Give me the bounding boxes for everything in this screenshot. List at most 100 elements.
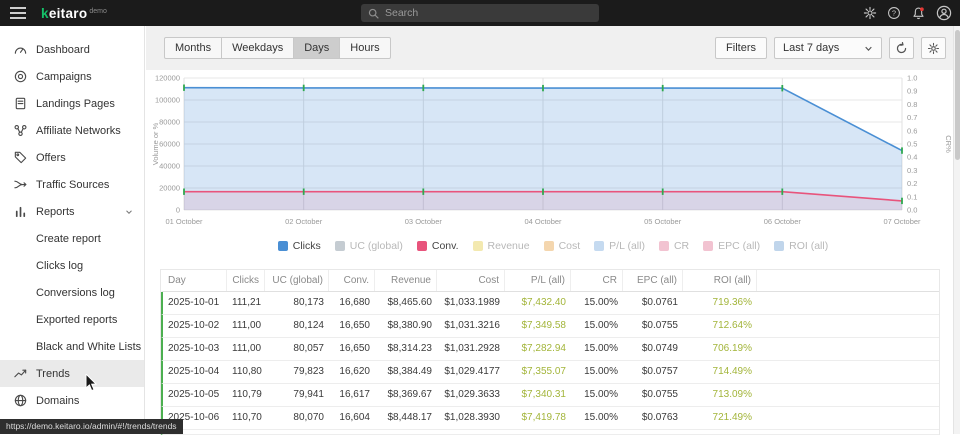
table-filler [757,270,939,291]
table-cell: $8,314.23 [375,338,437,360]
landings-pages-icon [13,96,28,111]
legend-item-roi-all[interactable]: ROI (all) [774,240,828,252]
table-cell: 16,617 [329,384,375,406]
table-row[interactable]: 2025-10-04110,8079,82316,620$8,384.49$1,… [161,361,939,384]
search-bar[interactable] [361,4,599,22]
table-row[interactable]: 2025-10-02111,0080,12416,650$8,380.90$1,… [161,315,939,338]
column-header: EPC (all) [623,270,683,291]
sidebar-item-domains[interactable]: Domains [0,387,144,414]
legend-label: ROI (all) [789,240,828,252]
sidebar-item-exported-reports[interactable]: Exported reports [0,306,144,333]
table-cell: 2025-10-01 [163,292,227,314]
help-icon[interactable]: ? [887,6,901,20]
chart-settings-button[interactable] [921,37,946,59]
sidebar-item-label: Traffic Sources [36,179,109,191]
table-filler [757,430,939,434]
sidebar-item-reports[interactable]: Reports [0,198,144,225]
legend-item-clicks[interactable]: Clicks [278,240,321,252]
table-cell: $8,448.17 [375,407,437,429]
legend-item-epc-all[interactable]: EPC (all) [703,240,760,252]
trends-icon [13,366,28,381]
sidebar-item-campaigns[interactable]: Campaigns [0,63,144,90]
table-row[interactable]: 2025-10-06110,7080,07016,604$8,448.17$1,… [161,407,939,430]
table-cell: 16,650 [329,338,375,360]
table-cell: 110,80 [227,361,265,383]
svg-text:0.9: 0.9 [907,87,917,96]
svg-text:60000: 60000 [159,140,180,149]
search-input[interactable] [385,7,585,19]
sidebar-item-create-report[interactable]: Create report [0,225,144,252]
sidebar-item-affiliate-networks[interactable]: Affiliate Networks [0,117,144,144]
table-cell: 721.49% [683,407,757,429]
legend-item-cr[interactable]: CR [659,240,689,252]
tab-days[interactable]: Days [294,37,340,59]
column-header: Cost [437,270,505,291]
legend-label: P/L (all) [609,240,645,252]
table-cell: 719.36% [683,292,757,314]
table-cell: 15.00% [571,338,623,360]
table-cell: 2025-10-04 [163,361,227,383]
affiliate-networks-icon [13,123,28,138]
table-row-partial[interactable]: 2025-10-07 [161,430,939,435]
sidebar-item-clicks-log[interactable]: Clicks log [0,252,144,279]
sidebar-item-black-and-white-lists[interactable]: Black and White Lists [0,333,144,360]
topbar: keitaro demo ? [0,0,960,26]
legend-item-p-l-all[interactable]: P/L (all) [594,240,645,252]
table-cell [505,430,571,434]
tab-hours[interactable]: Hours [340,37,390,59]
sidebar-item-trends[interactable]: Trends [0,360,144,387]
table-cell [683,430,757,434]
table-row[interactable]: 2025-10-01111,2180,17316,680$8,465.60$1,… [161,292,939,315]
scrollbar[interactable] [953,26,960,434]
brand-logo[interactable]: keitaro demo [41,6,107,21]
settings-gear-icon[interactable] [863,6,877,20]
sidebar-item-landings-pages[interactable]: Landings Pages [0,90,144,117]
svg-text:01 October: 01 October [165,217,203,226]
legend-item-uc-global[interactable]: UC (global) [335,240,403,252]
date-range-select[interactable]: Last 7 days [774,37,882,59]
table-cell: 15.00% [571,384,623,406]
dashboard-icon [13,42,28,57]
scrollbar-thumb[interactable] [955,30,960,160]
legend-item-cost[interactable]: Cost [544,240,581,252]
table-cell: 111,00 [227,315,265,337]
refresh-button[interactable] [889,37,914,59]
status-url: https://demo.keitaro.io/admin/#!/trends/… [0,419,183,434]
sidebar-item-offers[interactable]: Offers [0,144,144,171]
sidebar-item-label: Affiliate Networks [36,125,121,137]
notifications-bell-icon[interactable] [911,6,926,21]
table-cell: 111,21 [227,292,265,314]
table-row[interactable]: 2025-10-03111,0080,05716,650$8,314.23$1,… [161,338,939,361]
table-cell: 15.00% [571,361,623,383]
sidebar-item-traffic-sources[interactable]: Traffic Sources [0,171,144,198]
sidebar-item-label: Landings Pages [36,98,115,110]
sidebar-item-label: Domains [36,395,79,407]
sidebar-item-label: Reports [36,206,75,218]
table-row[interactable]: 2025-10-05110,7979,94116,617$8,369.67$1,… [161,384,939,407]
tab-weekdays[interactable]: Weekdays [222,37,294,59]
svg-text:04 October: 04 October [524,217,562,226]
table-cell: $0.0755 [623,315,683,337]
table-cell [571,430,623,434]
sidebar-item-conversions-log[interactable]: Conversions log [0,279,144,306]
table-cell: $0.0763 [623,407,683,429]
table-cell: $8,380.90 [375,315,437,337]
sidebar-item-dashboard[interactable]: Dashboard [0,36,144,63]
chevron-down-icon [124,207,134,217]
menu-icon[interactable] [10,4,26,22]
tab-months[interactable]: Months [164,37,222,59]
filters-button[interactable]: Filters [715,37,767,59]
table-filler [757,361,939,383]
chevron-down-icon [864,44,873,53]
table-cell: 706.19% [683,338,757,360]
legend-item-conv[interactable]: Conv. [417,240,459,252]
column-header: UC (global) [265,270,329,291]
avatar[interactable] [936,5,952,21]
table-cell [329,430,375,434]
table-cell: 714.49% [683,361,757,383]
legend-item-revenue[interactable]: Revenue [473,240,530,252]
column-header: Day [163,270,227,291]
legend-color-box [278,241,288,251]
table-cell: 15.00% [571,292,623,314]
svg-text:0: 0 [176,206,180,215]
